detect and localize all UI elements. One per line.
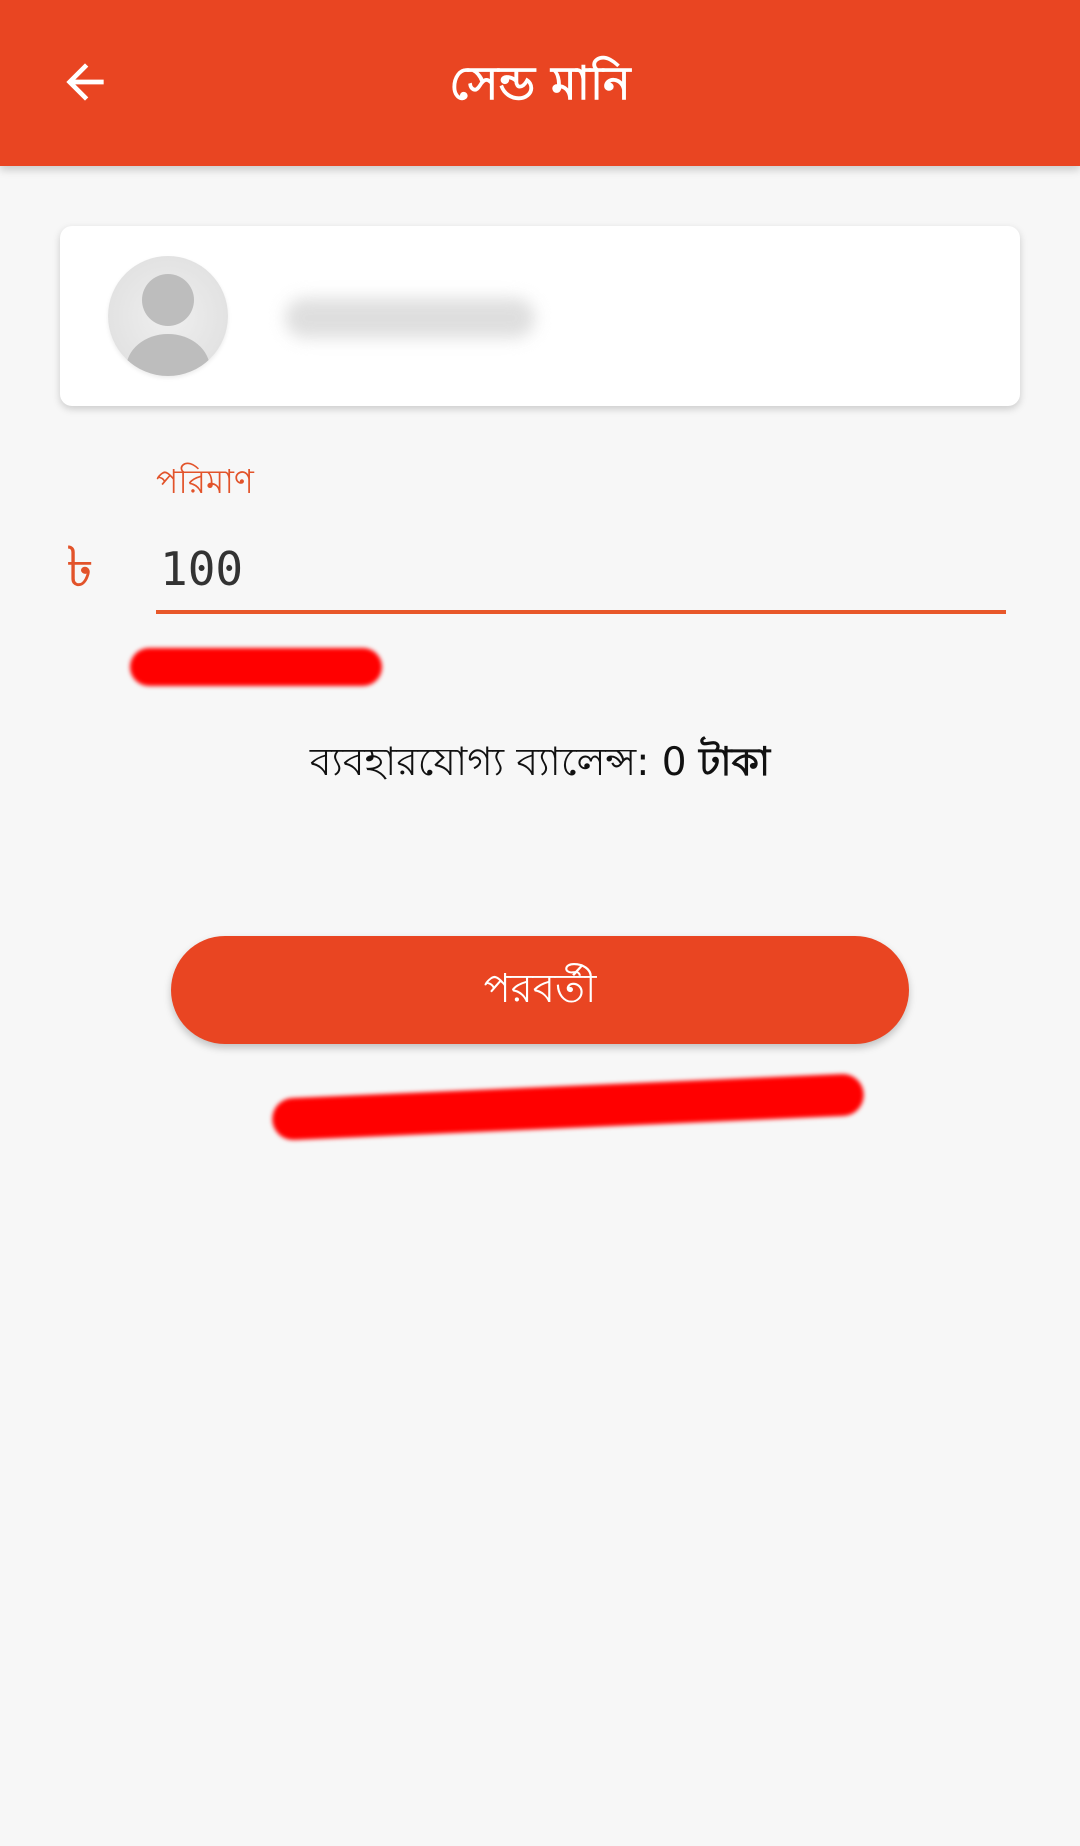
- amount-input[interactable]: [156, 528, 1006, 614]
- recipient-card: [60, 226, 1020, 406]
- amount-label: পরিমাণ: [156, 462, 254, 501]
- balance-label: ব্যবহারযোগ্য ব্যালেন্স:: [309, 740, 650, 785]
- next-button[interactable]: পরবর্তী: [171, 936, 909, 1044]
- balance-value: 0: [661, 740, 687, 785]
- redaction-mark: [271, 1073, 865, 1141]
- taka-currency-icon: ৳: [66, 535, 94, 600]
- page-title: সেন্ড মানি: [449, 56, 631, 110]
- avatar-head-shape: [142, 274, 194, 326]
- send-money-screen: সেন্ড মানি পরিমাণ ৳ ব্যবহারযোগ্য ব্যালেন…: [0, 0, 1080, 1846]
- redaction-mark: [130, 648, 382, 686]
- balance-unit: টাকা: [699, 740, 771, 785]
- available-balance: ব্যবহারযোগ্য ব্যালেন্স: 0 টাকা: [0, 732, 1080, 797]
- top-app-bar: সেন্ড মানি: [0, 0, 1080, 166]
- avatar-body-shape: [126, 334, 210, 376]
- recipient-number-blurred: [285, 298, 535, 338]
- avatar: [108, 256, 228, 376]
